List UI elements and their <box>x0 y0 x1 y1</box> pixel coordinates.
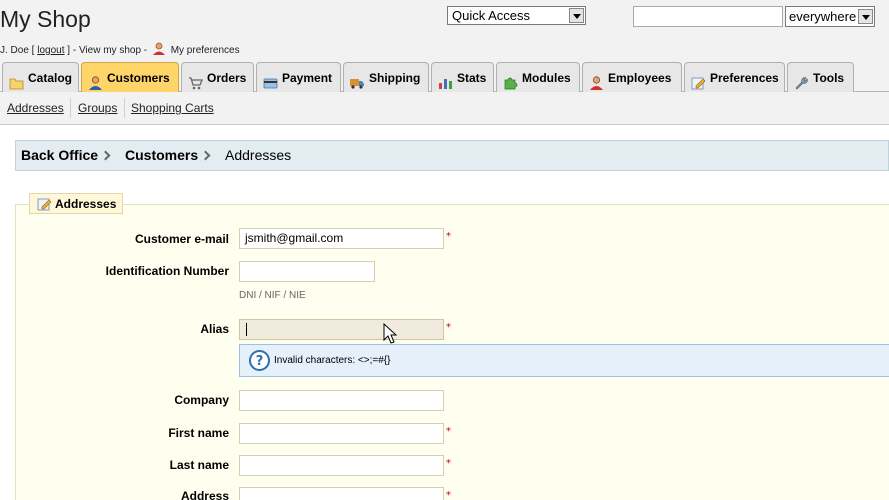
tab-orders[interactable]: Orders <box>181 62 254 92</box>
breadcrumb-customers[interactable]: Customers <box>125 147 198 163</box>
tab-label: Tools <box>813 71 845 85</box>
address-field[interactable] <box>239 487 444 500</box>
first-name-field[interactable] <box>239 423 444 444</box>
subtab-shopping-carts[interactable]: Shopping Carts <box>131 101 214 115</box>
tab-label: Customers <box>107 71 170 85</box>
company-label: Company <box>174 393 229 407</box>
employee-icon <box>589 71 604 90</box>
breadcrumb: Back Office Customers Addresses <box>15 140 889 171</box>
chevron-right-icon <box>200 150 211 161</box>
breadcrumb-back-office[interactable]: Back Office <box>21 147 98 163</box>
question-icon: ? <box>249 350 270 371</box>
tab-employees[interactable]: Employees <box>582 62 682 92</box>
alias-hint-text: Invalid characters: <>;=#{} <box>274 355 391 366</box>
id-number-field[interactable] <box>239 261 375 282</box>
tab-label: Modules <box>522 71 571 85</box>
breadcrumb-addresses: Addresses <box>225 147 292 163</box>
cart-icon <box>188 71 203 90</box>
main-tabs: Catalog Customers Orders Payment Shippin… <box>0 62 889 92</box>
wrench-icon <box>794 71 809 90</box>
tab-stats[interactable]: Stats <box>431 62 494 92</box>
id-number-label: Identification Number <box>105 264 229 278</box>
tab-label: Stats <box>457 71 487 85</box>
my-preferences-link[interactable]: My preferences <box>171 45 240 56</box>
alias-hint: ? Invalid characters: <>;=#{} <box>239 344 889 377</box>
truck-icon <box>350 71 365 89</box>
tab-label: Catalog <box>28 71 73 85</box>
form-legend: Addresses <box>29 193 124 214</box>
user-line: J. Doe [ logout ] - View my shop - My pr… <box>0 42 240 56</box>
edit-icon <box>37 197 52 211</box>
tab-catalog[interactable]: Catalog <box>2 62 79 92</box>
search-scope-value: everywhere <box>789 9 857 24</box>
tab-payment[interactable]: Payment <box>256 62 341 92</box>
view-shop-link[interactable]: ] - View my shop - <box>67 45 147 56</box>
chevron-right-icon <box>100 150 111 161</box>
required-mark: * <box>446 458 451 469</box>
pencil-icon <box>691 71 706 90</box>
required-mark: * <box>446 490 451 500</box>
person-icon <box>152 42 166 55</box>
email-label: Customer e-mail <box>134 232 229 246</box>
first-name-label: First name <box>168 426 229 440</box>
alias-label: Alias <box>200 322 229 336</box>
quick-access-select[interactable]: Quick Access <box>447 6 586 25</box>
tab-modules[interactable]: Modules <box>496 62 580 92</box>
svg-text:?: ? <box>256 354 264 369</box>
tab-label: Orders <box>207 71 247 85</box>
last-name-label: Last name <box>169 458 229 472</box>
id-number-hint: DNI / NIF / NIE <box>239 290 306 301</box>
tab-customers[interactable]: Customers <box>81 62 179 92</box>
chevron-down-icon[interactable] <box>569 8 584 23</box>
search-scope-select[interactable]: everywhere <box>785 6 875 27</box>
chevron-down-icon[interactable] <box>858 9 873 24</box>
tab-label: Employees <box>608 71 672 85</box>
chart-icon <box>438 71 453 89</box>
logout-link[interactable]: logout <box>37 45 64 56</box>
legend-label: Addresses <box>55 197 117 211</box>
folder-icon <box>9 71 24 90</box>
shop-title: My Shop <box>0 6 91 32</box>
tab-label: Shipping <box>369 71 421 85</box>
email-field[interactable]: jsmith@gmail.com <box>239 228 444 249</box>
required-mark: * <box>446 322 451 333</box>
header: My Shop J. Doe [ logout ] - View my shop… <box>0 0 889 62</box>
subtab-groups[interactable]: Groups <box>78 101 117 115</box>
company-field[interactable] <box>239 390 444 411</box>
search-input[interactable] <box>633 6 783 27</box>
tab-shipping[interactable]: Shipping <box>343 62 429 92</box>
tab-tools[interactable]: Tools <box>787 62 854 92</box>
required-mark: * <box>446 426 451 437</box>
last-name-field[interactable] <box>239 455 444 476</box>
address-label: Address <box>180 489 229 500</box>
quick-access-value: Quick Access <box>452 8 531 23</box>
required-mark: * <box>446 231 451 242</box>
text-caret <box>246 323 247 336</box>
user-name: J. Doe [ <box>0 45 35 56</box>
tab-label: Preferences <box>710 71 779 85</box>
card-icon <box>263 71 278 89</box>
person-icon <box>88 71 103 90</box>
mouse-cursor-icon <box>383 322 398 345</box>
alias-field[interactable] <box>239 319 444 340</box>
subtab-divider <box>124 98 125 118</box>
tab-preferences[interactable]: Preferences <box>684 62 785 92</box>
puzzle-icon <box>503 71 518 90</box>
tab-label: Payment <box>282 71 333 85</box>
sub-tabs: Addresses Groups Shopping Carts <box>0 92 889 125</box>
subtab-addresses[interactable]: Addresses <box>7 101 64 115</box>
subtab-divider <box>70 98 71 118</box>
